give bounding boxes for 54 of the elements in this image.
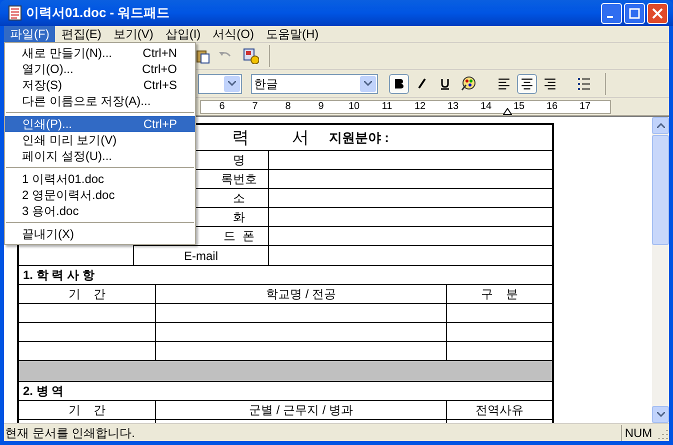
vertical-scrollbar[interactable] (652, 117, 669, 423)
minimize-icon (607, 16, 613, 18)
script-combo[interactable]: 한글 (251, 74, 378, 94)
ruler[interactable]: 6 7 8 9 10 11 12 13 14 15 16 17 (200, 100, 611, 114)
scroll-up-icon (656, 123, 664, 128)
align-icon (543, 76, 557, 90)
minimize-button[interactable] (601, 2, 622, 24)
menu-entry[interactable]: 열기(O)... Ctrl+O (5, 61, 195, 77)
font-size-combo[interactable] (198, 74, 242, 94)
menu-item[interactable]: 보기(V) (107, 26, 160, 42)
menu-entry[interactable]: 새로 만들기(N)... Ctrl+N (5, 45, 195, 61)
title-text: 력 (232, 126, 249, 149)
table-cell: E-mail (134, 246, 269, 265)
close-icon (652, 8, 663, 18)
menu-entry[interactable]: 저장(S) Ctrl+S (5, 77, 195, 93)
window-title: 이력서01.doc - 워드패드 (26, 4, 170, 22)
status-message: 현재 문서를 인쇄합니다. (4, 424, 136, 442)
scroll-down-icon (656, 412, 664, 417)
tab-marker-icon[interactable] (503, 108, 512, 114)
scroll-thumb[interactable] (652, 135, 669, 245)
menu-item[interactable]: 삽입(I) (159, 26, 207, 42)
title-text: 서 (292, 126, 309, 149)
align-icon (520, 76, 534, 90)
italic-icon (417, 78, 427, 89)
column-header: 기 간 (19, 285, 156, 303)
column-header: 기 간 (19, 401, 156, 419)
menu-item[interactable]: 편집(E) (55, 26, 108, 42)
menu-item[interactable]: 서식(O) (206, 26, 260, 42)
bold-button[interactable] (389, 74, 409, 94)
menu-entry[interactable]: 다른 이름으로 저장(A)... (5, 93, 195, 109)
insert-object-icon[interactable] (243, 48, 259, 64)
underline-icon (440, 78, 450, 90)
menu-entry[interactable]: 인쇄(P)... Ctrl+P (5, 116, 195, 132)
menu-item[interactable]: 도움말(H) (260, 26, 325, 42)
column-header: 구 분 (480, 286, 520, 303)
num-lock-indicator: NUM (621, 424, 655, 440)
align-icon (497, 76, 511, 90)
column-header: 전역사유 (474, 402, 524, 419)
section-heading: 2. 병 역 (23, 383, 64, 400)
maximize-button[interactable] (624, 2, 645, 24)
field-label: 지원분야 : (329, 128, 389, 147)
close-button[interactable] (647, 2, 668, 24)
column-header: 군별 / 근무지 / 병과 (156, 401, 447, 419)
section-heading: 1. 학 력 사 항 (23, 267, 94, 284)
palette-icon (460, 76, 476, 91)
document-icon (8, 5, 22, 21)
bold-icon (394, 78, 404, 89)
bullet-list-icon (577, 77, 591, 90)
align-center-button[interactable] (517, 74, 537, 94)
menu-item[interactable]: 파일(F) (4, 26, 56, 42)
column-header: 학교명 / 전공 (156, 285, 447, 303)
menu-entry[interactable]: 인쇄 미리 보기(V) (5, 132, 195, 148)
paste-icon[interactable] (195, 48, 211, 64)
maximize-icon (629, 8, 640, 18)
